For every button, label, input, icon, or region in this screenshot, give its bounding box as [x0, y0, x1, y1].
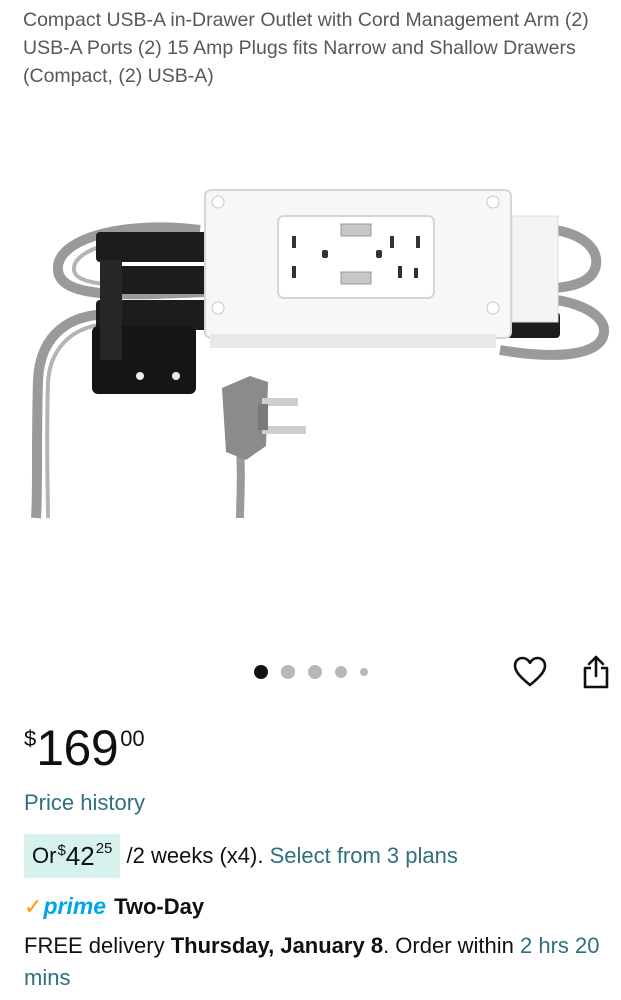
carousel-dot-2[interactable] [280, 665, 295, 679]
price-whole: 169 [36, 720, 119, 776]
heart-icon [513, 656, 547, 687]
installment-chip: Or $ 42 25 [24, 834, 121, 878]
delivery-date: Thursday, January 8 [170, 933, 384, 958]
carousel-dot-1[interactable] [253, 665, 268, 679]
installment-row: Or $ 42 25 /2 weeks (x4). Select from 3 … [24, 834, 458, 878]
prime-badge: ✓ prime Two-Day [24, 893, 204, 920]
product-photo [31, 189, 609, 519]
select-plans-link[interactable]: Select from 3 plans [270, 843, 458, 869]
price: $ 169 00 [24, 718, 145, 778]
prime-logo: prime [43, 893, 107, 919]
carousel-dot-3[interactable] [307, 665, 322, 679]
carousel-dot-5[interactable] [359, 668, 368, 676]
installment-prefix: Or [32, 843, 57, 868]
share-icon [583, 655, 609, 689]
price-fraction: 00 [120, 726, 145, 751]
carousel-dot-4[interactable] [334, 666, 347, 678]
delivery-message: FREE delivery Thursday, January 8. Order… [24, 930, 604, 994]
product-title: Compact USB-A in-Drawer Outlet with Cord… [23, 9, 589, 87]
product-image[interactable] [0, 120, 621, 640]
installment-fraction: 25 [95, 839, 113, 857]
installment-symbol: $ [57, 841, 66, 859]
wishlist-button[interactable] [508, 650, 552, 694]
share-button[interactable] [574, 650, 618, 694]
price-history-link[interactable]: Price history [24, 790, 145, 816]
installment-terms: /2 weeks (x4). [120, 843, 270, 868]
price-symbol: $ [24, 726, 37, 751]
prime-speed: Two-Day [114, 893, 205, 919]
delivery-order-within: . Order within [383, 933, 520, 958]
prime-check-icon: ✓ [24, 893, 43, 919]
installment-whole: 42 [65, 840, 95, 871]
delivery-free: FREE delivery [24, 933, 171, 958]
